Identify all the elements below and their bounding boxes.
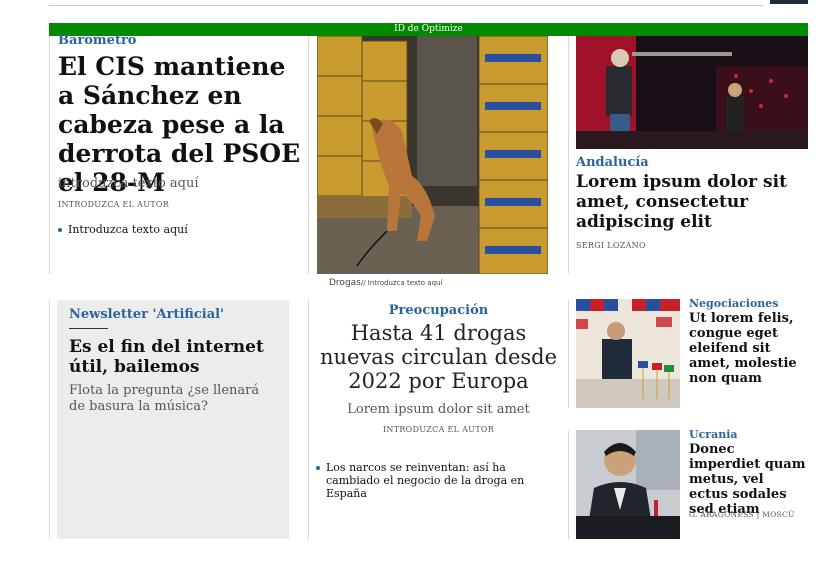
kicker-ucrania[interactable]: Ucrania <box>689 428 738 441</box>
headline-andalucia[interactable]: Lorem ipsum dolor sit amet, consectetur … <box>576 172 804 232</box>
story-subtitle: introduzca texto aquí <box>58 176 199 191</box>
newsletter-rule <box>69 328 108 329</box>
photo-caption: Drogas// Introduzca texto aquí <box>329 278 442 288</box>
drug-dog-photo[interactable] <box>317 36 548 274</box>
top-thumbnail <box>770 0 808 4</box>
top-divider <box>49 5 763 6</box>
kicker-barometro[interactable]: Barómetro <box>58 33 136 48</box>
story-author[interactable]: INTRODUZCA EL AUTOR <box>58 200 169 209</box>
concert-photo[interactable] <box>576 36 808 149</box>
headline-drogas[interactable]: Hasta 41 drogas nuevas circulan desde 20… <box>316 321 561 393</box>
negotiation-illustration <box>576 299 680 408</box>
kicker-negociaciones[interactable]: Negociaciones <box>689 297 779 310</box>
story-author[interactable]: G. ARAGONÈSS | MOSCÚ <box>689 510 795 519</box>
story-subtitle: Lorem ipsum dolor sit amet <box>347 402 530 417</box>
newsletter-subtitle: Flota la pregunta ¿se llenará de basura … <box>69 383 260 414</box>
newsletter-headline[interactable]: Es el fin del internet útil, bailemos <box>69 337 279 377</box>
related-link[interactable]: Introduzca texto aquí <box>58 223 308 236</box>
optimize-bar: ID de Optimize <box>49 23 808 36</box>
column-divider <box>49 36 50 274</box>
caption-text: // Introduzca texto aquí <box>360 279 443 287</box>
headline-negociaciones[interactable]: Ut lorem felis, congue eget eleifend sit… <box>689 311 807 386</box>
kicker-andalucia[interactable]: Andalucía <box>576 155 649 170</box>
caption-section[interactable]: Drogas <box>329 278 361 288</box>
newsletter-box[interactable] <box>57 300 289 539</box>
story-author[interactable]: SERGI LOZANO <box>576 241 646 250</box>
column-divider <box>568 430 569 539</box>
kicker-preocupacion[interactable]: Preocupación <box>309 303 568 318</box>
column-divider <box>308 300 309 539</box>
column-divider <box>49 300 50 539</box>
story-author[interactable]: INTRODUZCA EL AUTOR <box>309 425 568 434</box>
negotiation-photo[interactable] <box>576 299 680 408</box>
ukraine-illustration <box>576 430 680 539</box>
related-link[interactable]: Los narcos se reinventan: así ha cambiad… <box>316 461 558 500</box>
column-divider <box>568 300 569 408</box>
drug-dog-illustration <box>317 36 548 274</box>
column-divider <box>568 36 569 274</box>
ukraine-photo[interactable] <box>576 430 680 539</box>
concert-illustration <box>576 36 808 149</box>
column-divider <box>308 36 309 274</box>
headline-ucrania[interactable]: Donec imperdiet quam metus, vel ectus so… <box>689 442 807 517</box>
newsletter-kicker[interactable]: Newsletter 'Artificial' <box>69 307 224 322</box>
